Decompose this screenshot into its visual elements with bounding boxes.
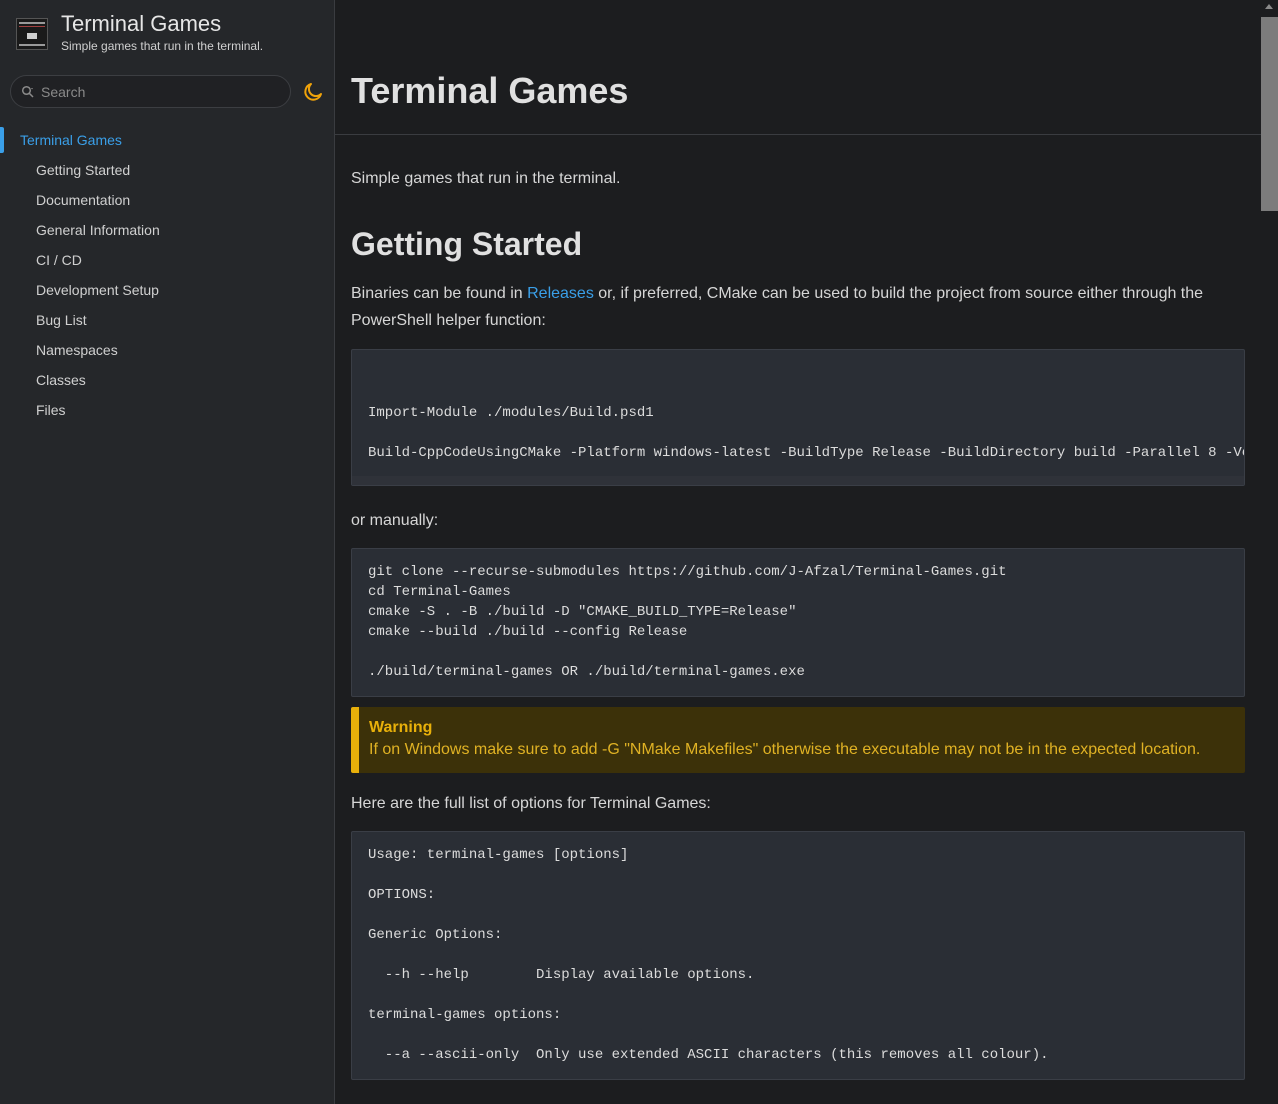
project-title[interactable]: Terminal Games: [61, 10, 263, 38]
project-subtitle: Simple games that run in the terminal.: [61, 39, 264, 53]
nav-item-documentation[interactable]: Documentation: [0, 185, 334, 215]
intro-text: Simple games that run in the terminal.: [351, 170, 621, 187]
binaries-paragraph: Binaries can be found in Releases or, if…: [351, 280, 1245, 334]
nav-item-getting-started[interactable]: Getting Started: [0, 155, 334, 185]
nav-item-files[interactable]: Files: [0, 395, 334, 425]
warning-title: Warning: [369, 719, 433, 736]
nav-item-terminal-games[interactable]: Terminal Games: [0, 125, 334, 155]
nav-item-classes[interactable]: Classes: [0, 365, 334, 395]
code-block-powershell-text: Import-Module ./modules/Build.psd1 Build…: [368, 405, 1244, 461]
releases-link[interactable]: Releases: [527, 285, 594, 302]
project-logo[interactable]: [16, 18, 48, 50]
article: Simple games that run in the terminal. G…: [351, 135, 1245, 1080]
search-row: [10, 75, 324, 108]
getting-started-heading: Getting Started: [351, 226, 583, 262]
code-block-powershell: Import-Module ./modules/Build.psd1 Build…: [351, 349, 1245, 486]
binaries-text-before: Binaries can be found in: [351, 285, 528, 302]
search-input[interactable]: [41, 83, 271, 100]
code-horizontal-scrollbar[interactable]: [352, 476, 1244, 485]
warning-text: If on Windows make sure to add -G "NMake…: [369, 741, 1201, 758]
or-manually-text: or manually:: [351, 512, 439, 529]
main-vertical-scrollbar[interactable]: [1261, 0, 1278, 1104]
warning-callout: Warning If on Windows make sure to add -…: [351, 707, 1245, 773]
code-block-options: Usage: terminal-games [options] OPTIONS:…: [351, 831, 1245, 1080]
nav-item-ci-cd[interactable]: CI / CD: [0, 245, 334, 275]
app-window: Terminal Games Simple games that run in …: [0, 0, 1278, 1104]
brand: Terminal Games Simple games that run in …: [16, 10, 263, 53]
nav-item-general-information[interactable]: General Information: [0, 215, 334, 245]
search-icon: [21, 85, 34, 98]
page-title: Terminal Games: [351, 70, 629, 111]
main-content: Terminal Games Simple games that run in …: [335, 0, 1278, 1104]
page-header: Terminal Games: [335, 0, 1261, 135]
nav-item-development-setup[interactable]: Development Setup: [0, 275, 334, 305]
code-block-manual: git clone --recurse-submodules https://g…: [351, 548, 1245, 697]
search-box[interactable]: [10, 75, 291, 108]
brand-text: Terminal Games Simple games that run in …: [61, 10, 263, 53]
sidebar-nav: Terminal Games Getting Started Documenta…: [0, 125, 334, 425]
options-intro-text: Here are the full list of options for Te…: [351, 795, 711, 812]
nav-item-namespaces[interactable]: Namespaces: [0, 335, 334, 365]
main-scrollbar-thumb[interactable]: [1261, 17, 1278, 211]
scroll-up-arrow-icon[interactable]: [1265, 4, 1273, 9]
moon-icon[interactable]: [302, 81, 324, 103]
nav-item-bug-list[interactable]: Bug List: [0, 305, 334, 335]
sidebar: Terminal Games Simple games that run in …: [0, 0, 335, 1104]
